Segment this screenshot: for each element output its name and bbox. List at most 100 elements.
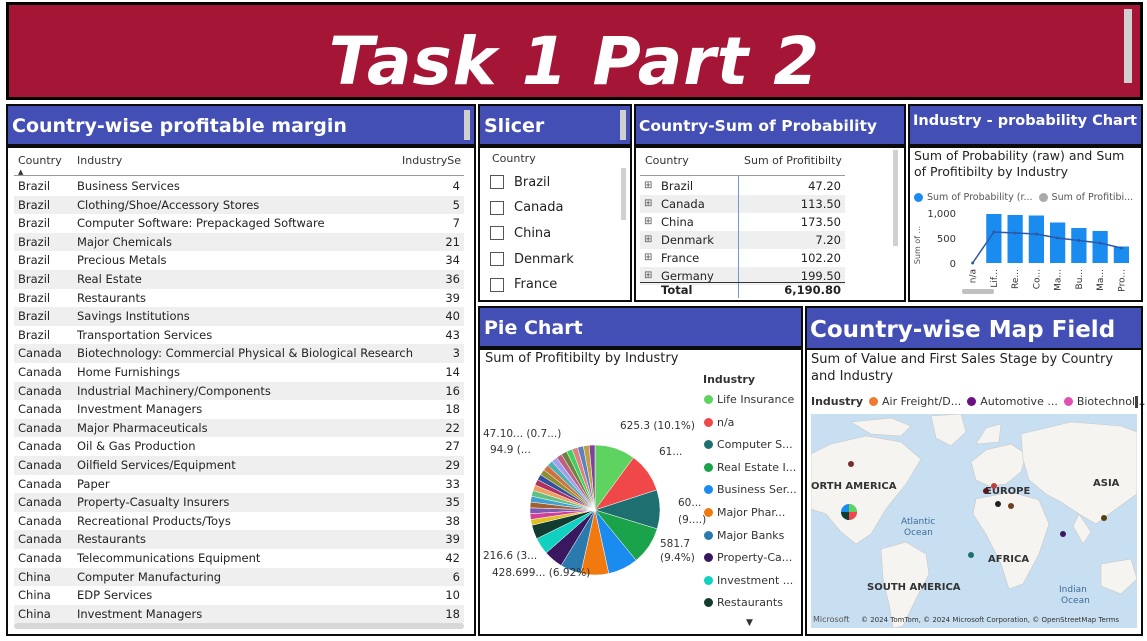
checkbox[interactable] [490,226,504,241]
bar-Bu...[interactable] [1071,228,1087,263]
map-bubble-india[interactable] [1060,531,1066,537]
matrix-row[interactable]: ⊞ France 102.20 [640,249,845,267]
expand-icon[interactable]: ⊞ [644,249,652,267]
line-point[interactable] [992,230,996,234]
matrix-row[interactable]: ⊞ Canada 113.50 [640,195,845,213]
map-legend-dot-3 [1063,397,1073,406]
matrix-scrollbar[interactable] [893,150,898,246]
line-point[interactable] [1119,246,1123,250]
table-row[interactable]: Brazil Clothing/Shoe/Accessory Stores 5 [14,195,464,215]
table-row[interactable]: Brazil Business Services 4 [14,177,464,196]
map-bubble-europe-3[interactable] [1008,503,1014,509]
expand-icon[interactable]: ⊞ [644,213,652,231]
table-row[interactable]: Brazil Computer Software: Prepackaged Sof… [14,214,464,233]
matrix-col-country[interactable]: Country [645,154,689,167]
table-row[interactable]: Brazil Precious Metals 34 [14,251,464,270]
map-bubble-europe-2[interactable] [995,501,1001,507]
label-south-america: SOUTH AMERICA [867,582,961,593]
pie-legend-item[interactable]: Major Phar... [704,506,785,519]
bar-Re...[interactable] [1007,215,1023,263]
table-row[interactable]: Canada Recreational Products/Toys 38 [14,512,464,531]
map-bubble-uk[interactable] [983,488,989,494]
table-row[interactable]: Brazil Restaurants 39 [14,289,464,308]
pie-legend-item[interactable]: Computer S... [704,438,793,451]
table-row[interactable]: Canada Major Pharmaceuticals 22 [14,418,464,438]
title-banner: Task 1 Part 2 [6,2,1143,100]
legend-label: Major Banks [717,528,785,542]
cell-country: Canada [18,532,62,547]
pie-legend-item[interactable]: Real Estate I... [704,461,796,474]
slicer-item-china[interactable]: China [490,222,551,244]
banner-scrollbar[interactable] [1124,9,1132,83]
cell-industry: Restaurants [77,532,146,547]
table-row[interactable]: Canada Home Furnishings 14 [14,363,464,382]
table-row[interactable]: Canada Property-Casualty Insurers 35 [14,493,464,512]
slicer-scrollbar[interactable] [621,168,626,220]
chart-scrollbar[interactable] [962,289,994,294]
pie-legend-item[interactable]: n/a [704,416,734,429]
checkbox[interactable] [490,277,504,292]
slicer-header-scrollbar[interactable] [620,110,626,140]
table-row[interactable]: Canada Restaurants 39 [14,530,464,549]
slicer-item-brazil[interactable]: Brazil [490,171,550,193]
expand-icon[interactable]: ⊞ [644,231,652,249]
cell-country: Canada [18,346,62,361]
slicer-title: Slicer [484,115,545,137]
table-row[interactable]: Canada Oilfield Services/Equipment 29 [14,456,464,475]
header-scrollbar[interactable] [464,110,470,140]
pie-legend-item[interactable]: Investment ... [704,574,793,587]
pie-legend-item[interactable]: Business Ser... [704,483,797,496]
pie-legend-item[interactable]: Life Insurance [704,393,794,406]
table-row[interactable]: Canada Oil & Gas Production 27 [14,437,464,456]
bar-Ma...[interactable] [1092,231,1108,263]
slicer-item-france[interactable]: France [490,274,557,296]
expand-icon[interactable]: ⊞ [644,195,652,213]
table-row[interactable]: Brazil Real Estate 36 [14,270,464,289]
map-bubble-canada[interactable] [848,461,854,467]
col-header-country[interactable]: Country [18,154,62,167]
map-bubble-africa[interactable] [968,552,974,558]
line-point[interactable] [1077,239,1081,242]
line-point[interactable] [1056,236,1060,240]
matrix-col-profitibilty[interactable]: Sum of Profitibilty [744,154,842,167]
table-row[interactable]: Brazil Transportation Services 43 [14,326,464,345]
label-north-america: ORTH AMERICA [811,481,897,492]
checkbox[interactable] [490,175,504,189]
table-row[interactable]: Canada Paper 33 [14,475,464,494]
line-point[interactable] [1034,232,1038,236]
checkbox[interactable] [490,200,504,215]
table-row[interactable]: Brazil Major Chemicals 21 [14,232,464,252]
matrix-row[interactable]: ⊞ China 173.50 [640,213,845,231]
col-header-industry-sector[interactable]: IndustrySe [402,154,464,167]
table-row[interactable]: China EDP Services 10 [14,586,464,605]
table-row[interactable]: Canada Telecommunications Equipment 42 [14,549,464,568]
line-point[interactable] [1098,241,1102,245]
pie-legend-item[interactable]: Property-Ca... [704,551,792,564]
slicer-item-canada[interactable]: Canada [490,197,563,219]
world-map[interactable]: ORTH AMERICA EUROPE ASIA Atlantic Ocean … [811,414,1137,628]
checkbox[interactable] [490,252,504,267]
line-point[interactable] [971,261,975,265]
map-pie-north-america[interactable] [841,504,857,520]
col-header-industry[interactable]: Industry [77,154,122,167]
map-legend-scroll-indicator[interactable] [1135,396,1138,408]
table-row[interactable]: Canada Industrial Machinery/Components 16 [14,381,464,401]
table-row[interactable]: Brazil Savings Institutions 40 [14,307,464,326]
bar-Ma...[interactable] [1050,222,1066,264]
matrix-row[interactable]: ⊞ Brazil 47.20 [640,177,845,195]
legend-more-icon[interactable]: ▼ [746,618,753,628]
table-row[interactable]: China Investment Managers 18 [14,604,464,624]
table-row[interactable]: Canada Investment Managers 18 [14,400,464,419]
map-bubble-europe-1[interactable] [991,483,997,489]
table-row[interactable]: Canada Biotechnology: Commercial Physical… [14,344,464,363]
pie-legend-item[interactable]: Restaurants [704,596,783,609]
table-row[interactable]: China Computer Manufacturing 6 [14,567,464,587]
map-bubble-asia[interactable] [1101,515,1107,521]
expand-icon[interactable]: ⊞ [644,177,652,195]
matrix-row[interactable]: ⊞ Denmark 7.20 [640,231,845,249]
line-point[interactable] [1013,231,1017,235]
bar-Co...[interactable] [1028,215,1044,264]
slicer-item-denmark[interactable]: Denmark [490,248,574,270]
pie-legend-item[interactable]: Major Banks [704,529,784,542]
table-horizontal-scrollbar[interactable] [14,623,464,629]
